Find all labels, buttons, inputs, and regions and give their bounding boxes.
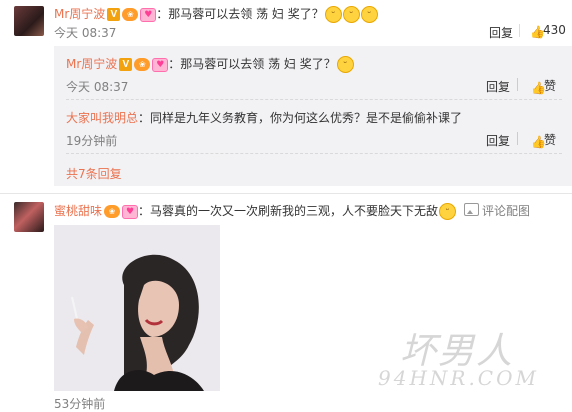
action-separator: [517, 132, 518, 145]
comment-time: 今天 08:37: [54, 26, 117, 40]
image-icon: [464, 203, 480, 216]
comment-text: ：那马蓉可以去领 荡 妇 奖了？: [156, 7, 324, 21]
view-pic-label: 评论配图: [482, 204, 531, 218]
like-button[interactable]: 👍赞: [531, 77, 556, 95]
action-separator: [519, 24, 520, 37]
thumbs-up-icon: 👍: [531, 81, 546, 95]
laugh-emoji-icon: ᵕ: [324, 6, 342, 23]
like-count: 430: [543, 23, 566, 37]
level-icon: ❀: [122, 8, 139, 21]
reply-time: 19分钟前: [66, 134, 118, 148]
heart-badge-icon: ♥: [122, 204, 139, 219]
like-button[interactable]: 👍赞: [531, 131, 556, 149]
comment-username[interactable]: Mr周宁波: [54, 7, 105, 21]
reply-username[interactable]: Mr周宁波: [66, 57, 117, 71]
level-icon: ❀: [134, 58, 151, 71]
like-label: 赞: [544, 133, 557, 147]
comment-text: ：马蓉真的一次又一次刷新我的三观，人不要脸天下无敌: [138, 204, 439, 218]
divider: [66, 153, 562, 154]
avatar[interactable]: [14, 202, 44, 232]
comment-line: 蜜桃甜味 ❀ ♥ ：马蓉真的一次又一次刷新我的三观，人不要脸天下无敌 ᵕ 评论配图: [54, 202, 530, 220]
heart-badge-icon: ♥: [152, 57, 169, 72]
comment-time: 53分钟前: [54, 397, 106, 411]
comment-divider: [0, 193, 572, 194]
like-label: 赞: [544, 79, 557, 93]
reply-button[interactable]: 回复: [489, 24, 513, 41]
reply-line: 大家叫我明总：同样是九年义务教育，你为何这么优秀？是不是偷偷补课了: [66, 109, 462, 127]
divider: [66, 99, 562, 100]
reply-username[interactable]: 大家叫我明总: [66, 111, 138, 125]
comment-line: Mr周宁波 V ❀ ♥ ：那马蓉可以去领 荡 妇 奖了？ ᵕ ᵕ ᵕ: [54, 5, 378, 23]
thumbs-up-icon: 👍: [531, 135, 546, 149]
like-button[interactable]: 👍430: [530, 23, 566, 39]
reply-button[interactable]: 回复: [486, 78, 510, 95]
heart-badge-icon: ♥: [140, 7, 157, 22]
thumbs-up-icon: 👍: [530, 25, 545, 39]
comment-username[interactable]: 蜜桃甜味: [54, 204, 102, 218]
verified-v-icon: V: [119, 58, 133, 71]
more-replies-link[interactable]: 共7条回复: [66, 165, 122, 182]
level-icon: ❀: [104, 205, 121, 218]
reply-line: Mr周宁波 V ❀ ♥ ：那马蓉可以去领 荡 妇 奖了？ ᵕ: [66, 55, 354, 73]
laugh-emoji-icon: ᵕ: [336, 56, 354, 73]
laugh-emoji-icon: ᵕ: [342, 6, 360, 23]
comment-image[interactable]: [54, 225, 220, 391]
reply-time: 今天 08:37: [66, 80, 129, 94]
laugh-emoji-icon: ᵕ: [439, 203, 457, 220]
laugh-emoji-icon: ᵕ: [360, 6, 378, 23]
action-separator: [517, 78, 518, 91]
reply-button[interactable]: 回复: [486, 132, 510, 149]
watermark-url: 94HNR.COM: [378, 366, 539, 390]
reply-text: ：那马蓉可以去领 荡 妇 奖了？: [168, 57, 336, 71]
reply-text: ：同样是九年义务教育，你为何这么优秀？是不是偷偷补课了: [138, 111, 463, 125]
verified-v-icon: V: [107, 8, 121, 21]
avatar[interactable]: [14, 6, 44, 36]
view-pic-link[interactable]: 评论配图: [464, 203, 531, 218]
